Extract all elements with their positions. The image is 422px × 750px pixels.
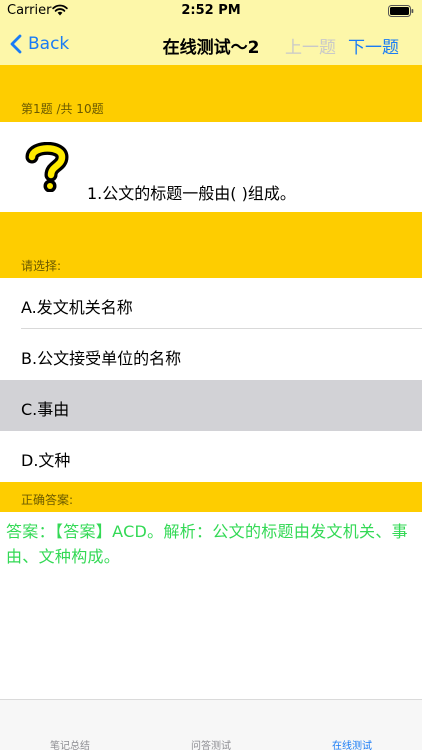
tab-label: 笔记总结	[50, 741, 90, 750]
tab-notes[interactable]: 笔记总结	[0, 700, 140, 750]
progress-band: 第1题 /共 10题	[0, 65, 422, 122]
tab-qa-test[interactable]: 问答测试	[141, 700, 281, 750]
choose-band: 请选择:	[0, 212, 422, 278]
status-time: 2:52 PM	[181, 3, 241, 18]
battery-icon	[388, 5, 414, 17]
correct-answer-band: 正确答案:	[0, 482, 422, 512]
next-question-button[interactable]: 下一题	[348, 33, 399, 58]
option-label: C.事由	[21, 400, 70, 419]
question-mark-icon	[25, 142, 69, 192]
option-label: D.文种	[21, 451, 71, 470]
option-b[interactable]: B.公文接受单位的名称	[0, 329, 422, 380]
answer-explanation: 答案：【答案】ACD。解析：公文的标题由发文机关、事由、文种构成。	[6, 522, 408, 566]
tab-label: 在线测试	[332, 741, 372, 750]
prev-question-button[interactable]: 上一题	[285, 33, 336, 58]
option-a[interactable]: A.发文机关名称	[0, 278, 422, 329]
tab-label: 问答测试	[191, 741, 231, 750]
option-label: A.发文机关名称	[21, 298, 133, 317]
tab-online-test[interactable]: 在线测试	[282, 700, 422, 750]
nav-bar: Back 在线测试～2 上一题 下一题	[0, 22, 422, 65]
choose-label: 请选择:	[21, 259, 62, 273]
question-area: 1.公文的标题一般由( )组成。	[0, 122, 422, 212]
option-label: B.公文接受单位的名称	[21, 349, 182, 368]
correct-answer-label: 正确答案:	[21, 493, 74, 507]
tab-bar: 笔记总结 问答测试 在线测试	[0, 699, 422, 750]
option-d[interactable]: D.文种	[0, 431, 422, 482]
question-progress: 第1题 /共 10题	[21, 102, 104, 116]
status-bar: Carrier 2:52 PM	[0, 0, 422, 22]
question-text: 1.公文的标题一般由( )组成。	[87, 184, 296, 203]
option-c[interactable]: C.事由	[0, 380, 422, 431]
